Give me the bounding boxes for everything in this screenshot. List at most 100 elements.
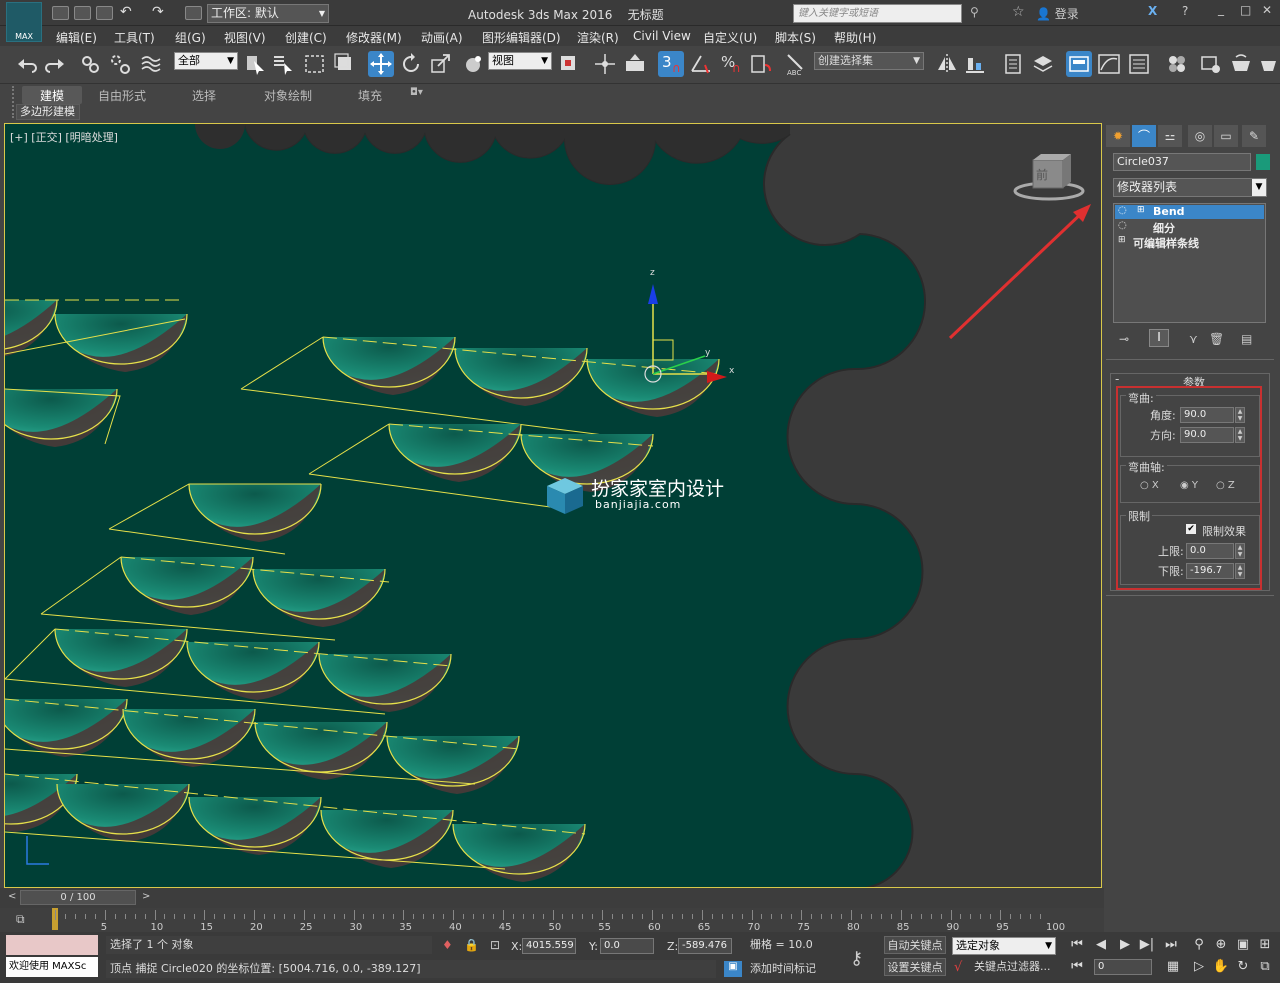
angle-spinner[interactable]: 90.0 ▲ ▼ — [1180, 407, 1245, 423]
menu-modifiers[interactable]: 修改器(M) — [346, 29, 402, 46]
key-filters-button[interactable]: 关键点过滤器... — [974, 958, 1058, 976]
menu-create[interactable]: 创建(C) — [285, 29, 327, 46]
menu-edit[interactable]: 编辑(E) — [56, 29, 97, 46]
field-of-view-icon[interactable]: ▷ — [1190, 958, 1208, 976]
maximize-button[interactable]: □ — [1240, 3, 1251, 17]
set-key-icon[interactable]: ⚷ — [850, 948, 863, 969]
track-bar[interactable]: ⧉ 5 10 15 20 25 30 35 40 45 50 55 60 65 70 75 80 85 90 95 1… — [0, 908, 1104, 933]
selection-filter-dropdown[interactable]: 全部 ▼ — [174, 52, 238, 70]
axis-x-radio[interactable]: ○ X — [1140, 480, 1159, 491]
zoom-all-icon[interactable]: ⊕ — [1212, 936, 1230, 954]
named-selection-dropdown[interactable]: 创建选择集 ▼ — [814, 52, 924, 70]
new-file-icon[interactable] — [52, 6, 69, 20]
utilities-tab-icon[interactable]: ✎ — [1242, 125, 1266, 147]
lock-selection-icon[interactable]: 🔒 — [464, 938, 479, 952]
manipulate-icon[interactable] — [592, 51, 618, 77]
curve-editor-icon[interactable] — [1096, 51, 1122, 77]
maxscript-listener-mini[interactable] — [6, 935, 98, 955]
spinner-arrows-icon[interactable]: ▲ ▼ — [1235, 407, 1245, 423]
make-unique-icon[interactable]: ⋎ — [1189, 332, 1198, 346]
lightbulb-icon[interactable]: ◌ — [1118, 220, 1127, 231]
open-file-icon[interactable] — [74, 6, 91, 20]
maximize-viewport-icon[interactable]: ⧉ — [1256, 958, 1274, 976]
close-button[interactable]: ✕ — [1262, 3, 1272, 17]
modify-tab-icon[interactable]: ⌒ — [1132, 125, 1156, 147]
menu-civil-view[interactable]: Civil View — [633, 29, 691, 43]
tab-object-paint[interactable]: 对象绘制 — [264, 87, 312, 104]
ribbon-options-icon[interactable]: ◘▾ — [410, 87, 423, 98]
select-rotate-icon[interactable] — [398, 51, 424, 77]
time-next-icon[interactable]: > — [142, 891, 150, 902]
stack-item-subdivide[interactable]: ◌ 细分 — [1115, 220, 1264, 235]
render-setup-icon[interactable] — [1198, 51, 1224, 77]
menu-tools[interactable]: 工具(T) — [114, 29, 155, 46]
bind-spacewarp-icon[interactable] — [138, 51, 164, 77]
menu-animation[interactable]: 动画(A) — [421, 29, 463, 46]
exchange-icon[interactable]: X — [1148, 4, 1157, 18]
direction-spinner[interactable]: 90.0 ▲ ▼ — [1180, 427, 1245, 443]
app-logo-button[interactable]: MAX — [6, 2, 42, 42]
display-tab-icon[interactable]: ▭ — [1214, 125, 1238, 147]
previous-frame-icon[interactable]: ◀ — [1092, 936, 1110, 954]
play-icon[interactable]: ▶ — [1116, 936, 1134, 954]
viewport-label[interactable]: [+] [正交] [明暗处理] — [10, 129, 118, 145]
key-mode-toggle-icon[interactable]: ⏮ — [1068, 958, 1086, 976]
time-slider[interactable]: 0 / 100 — [20, 890, 136, 905]
zoom-extents-all-icon[interactable]: ⊞ — [1256, 936, 1274, 954]
minimize-button[interactable]: _ — [1218, 2, 1224, 16]
save-file-icon[interactable] — [96, 6, 113, 20]
add-time-tag[interactable]: 添加时间标记 — [748, 960, 838, 978]
go-to-start-icon[interactable]: ⏮ — [1068, 936, 1086, 954]
scene-explorer-icon[interactable] — [1000, 51, 1026, 77]
spinner-arrows-icon[interactable]: ▲ ▼ — [1235, 543, 1245, 559]
lightbulb-icon[interactable]: ◌ — [1118, 205, 1127, 216]
layer-explorer-icon[interactable] — [1030, 51, 1056, 77]
percent-snap-icon[interactable]: % ∩ — [718, 51, 744, 77]
pin-stack-icon[interactable]: ⊸ — [1119, 332, 1129, 346]
menu-graph-editors[interactable]: 图形编辑器(D) — [482, 29, 561, 46]
search-icon[interactable]: ⚲ — [970, 5, 979, 19]
show-end-result-icon[interactable]: I — [1149, 329, 1169, 347]
object-color-swatch[interactable] — [1256, 154, 1270, 170]
go-to-end-icon[interactable]: ⏭ — [1162, 936, 1180, 954]
link-icon[interactable] — [78, 51, 104, 77]
menu-views[interactable]: 视图(V) — [224, 29, 266, 46]
motion-tab-icon[interactable]: ◎ — [1188, 125, 1212, 147]
graphite-toggle-icon[interactable] — [1066, 51, 1092, 77]
schematic-view-icon[interactable] — [1126, 51, 1152, 77]
auto-key-button[interactable]: 自动关键点 — [884, 936, 946, 954]
redo-icon[interactable] — [42, 51, 68, 77]
limit-effect-checkbox[interactable]: ✔ — [1186, 524, 1196, 534]
current-frame-field[interactable]: 0 — [1094, 959, 1152, 975]
menu-customize[interactable]: 自定义(U) — [703, 29, 757, 46]
undo-icon[interactable] — [14, 51, 40, 77]
workspace-dropdown[interactable]: 工作区: 默认 ▼ — [207, 4, 329, 23]
isolate-icon[interactable]: ♦ — [442, 938, 453, 952]
project-folder-icon[interactable] — [185, 6, 202, 20]
material-editor-icon[interactable] — [1164, 51, 1190, 77]
configure-sets-icon[interactable]: ▤ — [1241, 332, 1252, 346]
menu-group[interactable]: 组(G) — [175, 29, 206, 46]
absolute-mode-icon[interactable]: ⊡ — [490, 938, 500, 952]
select-object-icon[interactable] — [242, 51, 268, 77]
render-production-icon[interactable] — [1256, 51, 1280, 77]
rendered-frame-icon[interactable] — [1228, 51, 1254, 77]
pivot-center-icon[interactable] — [556, 51, 582, 77]
time-config-icon[interactable]: ▦ — [1164, 958, 1182, 976]
help-icon[interactable]: ? — [1182, 4, 1188, 18]
y-coord-field[interactable]: 0.0 — [600, 938, 654, 954]
object-name-field[interactable]: Circle037 — [1113, 153, 1251, 171]
keyboard-shortcut-icon[interactable] — [622, 51, 648, 77]
select-scale-icon[interactable] — [428, 51, 454, 77]
favorites-star-icon[interactable]: ☆ — [1012, 4, 1025, 20]
axis-z-radio[interactable]: ○ Z — [1216, 480, 1235, 491]
pan-icon[interactable]: ✋ — [1212, 958, 1230, 976]
set-key-button[interactable]: 设置关键点 — [884, 958, 946, 976]
upper-limit-spinner[interactable]: 0.0 ▲ ▼ — [1186, 543, 1245, 559]
next-frame-icon[interactable]: ▶| — [1138, 936, 1156, 954]
tab-selection[interactable]: 选择 — [192, 87, 216, 104]
stack-item-editable-spline[interactable]: ⊞ 可编辑样条线 — [1115, 235, 1264, 250]
expand-icon[interactable]: ⊞ — [1118, 235, 1126, 245]
spinner-arrows-icon[interactable]: ▲ ▼ — [1235, 563, 1245, 579]
rollout-collapse-icon[interactable]: - — [1115, 372, 1119, 386]
